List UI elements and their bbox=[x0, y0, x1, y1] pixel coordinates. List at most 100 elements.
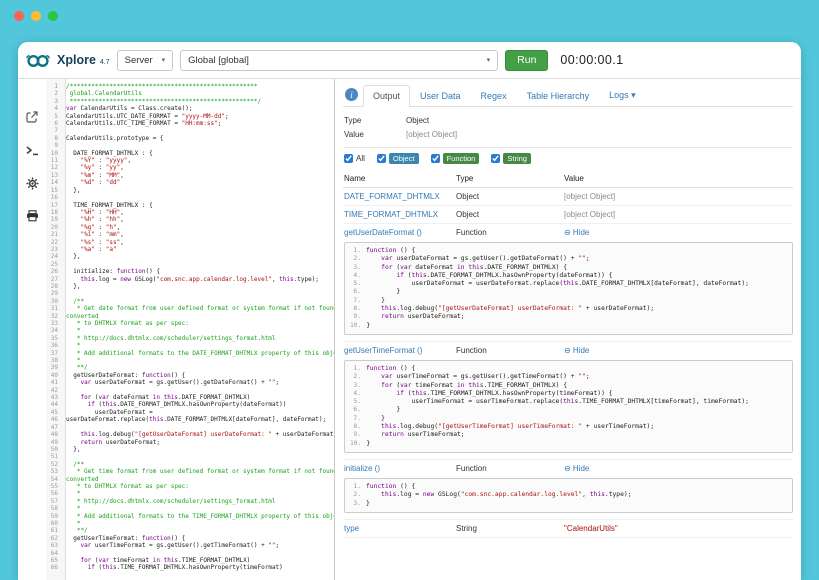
editor-line: 2 global.CalendarUtils bbox=[46, 90, 334, 97]
zoom-window-button[interactable] bbox=[48, 11, 58, 21]
line-number: 52 bbox=[46, 461, 62, 468]
export-icon[interactable] bbox=[24, 109, 40, 125]
terminal-icon[interactable] bbox=[24, 142, 40, 158]
filter-all[interactable]: All bbox=[344, 154, 365, 163]
line-number: 35 bbox=[46, 335, 62, 342]
chevron-down-icon: ▾ bbox=[487, 56, 491, 64]
line-number: 54 bbox=[46, 476, 62, 483]
hide-toggle-link[interactable]: ⊖ Hide bbox=[564, 346, 792, 355]
line-number: 22 bbox=[46, 239, 62, 246]
filter-checkbox[interactable] bbox=[377, 154, 386, 163]
tab-logs[interactable]: Logs ▾ bbox=[599, 84, 646, 107]
editor-line: 64 bbox=[46, 550, 334, 557]
editor-line: 60 * bbox=[46, 520, 334, 527]
line-number: 41 bbox=[46, 379, 62, 386]
filter-checkbox[interactable] bbox=[344, 154, 353, 163]
filter-object[interactable]: Object bbox=[377, 153, 419, 164]
result-name-link[interactable]: type bbox=[344, 524, 456, 533]
line-number: 51 bbox=[46, 453, 62, 460]
column-header-type: Type bbox=[456, 174, 564, 183]
filter-label: String bbox=[503, 153, 531, 164]
editor-line: 42 bbox=[46, 387, 334, 394]
editor-line: 57 * http://docs.dhtmlx.com/scheduler/se… bbox=[46, 498, 334, 505]
line-number: 57 bbox=[46, 498, 62, 505]
editor-line: 10 DATE_FORMAT_DHTMLX : { bbox=[46, 150, 334, 157]
tab-user-data[interactable]: User Data bbox=[410, 85, 471, 107]
editor-line: 46userDateFormat.replace(this.DATE_FORMA… bbox=[46, 416, 334, 423]
editor-line: 15 }, bbox=[46, 187, 334, 194]
result-name-link[interactable]: TIME_FORMAT_DHTMLX bbox=[344, 210, 456, 219]
scope-combobox[interactable]: Global [global] ▾ bbox=[180, 50, 498, 71]
hide-toggle-link[interactable]: ⊖ Hide bbox=[564, 228, 792, 237]
filter-checkbox[interactable] bbox=[491, 154, 500, 163]
line-number: 4 bbox=[46, 105, 62, 112]
line-number: 37 bbox=[46, 350, 62, 357]
line-number: 12 bbox=[46, 164, 62, 171]
editor-line: 51 bbox=[46, 453, 334, 460]
line-number: 64 bbox=[46, 550, 62, 557]
results-table: NameTypeValue DATE_FORMAT_DHTMLXObject[o… bbox=[343, 170, 793, 538]
editor-line: 36 * bbox=[46, 342, 334, 349]
line-number: 48 bbox=[46, 431, 62, 438]
line-number: 33 bbox=[46, 320, 62, 327]
editor-line: 59 * Add additional formats to the TIME_… bbox=[46, 513, 334, 520]
code-editor[interactable]: 1/**************************************… bbox=[46, 79, 334, 580]
filter-checkbox[interactable] bbox=[431, 154, 440, 163]
table-row: typeString"CalendarUtils" bbox=[343, 520, 793, 538]
server-select[interactable]: Server ▾ bbox=[117, 50, 174, 71]
line-number: 58 bbox=[46, 505, 62, 512]
app-version: 4.7 bbox=[100, 59, 110, 66]
editor-line: 8CalendarUtils.prototype = { bbox=[46, 135, 334, 142]
line-number: 39 bbox=[46, 364, 62, 371]
line-number: 32 bbox=[46, 313, 62, 320]
print-icon[interactable] bbox=[24, 208, 40, 224]
app-title: Xplore bbox=[57, 53, 96, 67]
editor-line: 18 "%H" : "HH", bbox=[46, 209, 334, 216]
line-number: 42 bbox=[46, 387, 62, 394]
result-value: [object Object] bbox=[564, 192, 792, 201]
line-number: 23 bbox=[46, 246, 62, 253]
app-window: Xplore 4.7 Server ▾ Global [global] ▾ Ru… bbox=[18, 42, 801, 580]
result-summary: TypeObjectValue[object Object] bbox=[343, 107, 793, 145]
result-name-link[interactable]: DATE_FORMAT_DHTMLX bbox=[344, 192, 456, 201]
result-name-link[interactable]: getUserTimeFormat () bbox=[344, 346, 456, 355]
table-row: TIME_FORMAT_DHTMLXObject[object Object] bbox=[343, 206, 793, 224]
editor-line: 4var CalendarUtils = Class.create(); bbox=[46, 105, 334, 112]
line-number: 36 bbox=[46, 342, 62, 349]
minimize-window-button[interactable] bbox=[31, 11, 41, 21]
editor-line: 13 "%m" : "MM", bbox=[46, 172, 334, 179]
line-number: 6 bbox=[46, 120, 62, 127]
tab-regex[interactable]: Regex bbox=[471, 85, 517, 107]
result-name-link[interactable]: getUserDateFormat () bbox=[344, 228, 456, 237]
settings-gear-icon[interactable] bbox=[24, 175, 40, 191]
line-number: 9 bbox=[46, 142, 62, 149]
server-select-value: Server bbox=[125, 55, 153, 66]
filter-label: Function bbox=[443, 153, 480, 164]
editor-line: 62 getUserTimeFormat: function() { bbox=[46, 535, 334, 542]
editor-line: 6CalendarUtils.UTC_TIME_FORMAT = "HH:mm:… bbox=[46, 120, 334, 127]
line-number: 8 bbox=[46, 135, 62, 142]
editor-line: 55 * to DHTMLX format as per spec: bbox=[46, 483, 334, 490]
summary-label: Type bbox=[344, 116, 406, 125]
main-content: 1/**************************************… bbox=[18, 79, 801, 580]
icon-sidebar bbox=[18, 79, 46, 580]
tab-table-hierarchy[interactable]: Table Hierarchy bbox=[517, 85, 600, 107]
hide-toggle-link[interactable]: ⊖ Hide bbox=[564, 464, 792, 473]
result-name-link[interactable]: initialize () bbox=[344, 464, 456, 473]
table-row: DATE_FORMAT_DHTMLXObject[object Object] bbox=[343, 188, 793, 206]
tab-output[interactable]: Output bbox=[363, 85, 410, 107]
run-button[interactable]: Run bbox=[505, 50, 548, 71]
info-icon[interactable]: i bbox=[345, 88, 358, 101]
close-window-button[interactable] bbox=[14, 11, 24, 21]
line-number: 31 bbox=[46, 305, 62, 312]
table-row: initialize ()Function⊖ Hide1.function ()… bbox=[343, 460, 793, 520]
line-number: 53 bbox=[46, 468, 62, 475]
function-source-code: 1.function () {2. var userDateFormat = g… bbox=[344, 242, 793, 335]
line-number: 47 bbox=[46, 424, 62, 431]
editor-line: 1/**************************************… bbox=[46, 83, 334, 90]
result-type: Object bbox=[456, 210, 564, 219]
filter-string[interactable]: String bbox=[491, 153, 531, 164]
line-number: 49 bbox=[46, 439, 62, 446]
editor-line: 16 bbox=[46, 194, 334, 201]
filter-function[interactable]: Function bbox=[431, 153, 480, 164]
